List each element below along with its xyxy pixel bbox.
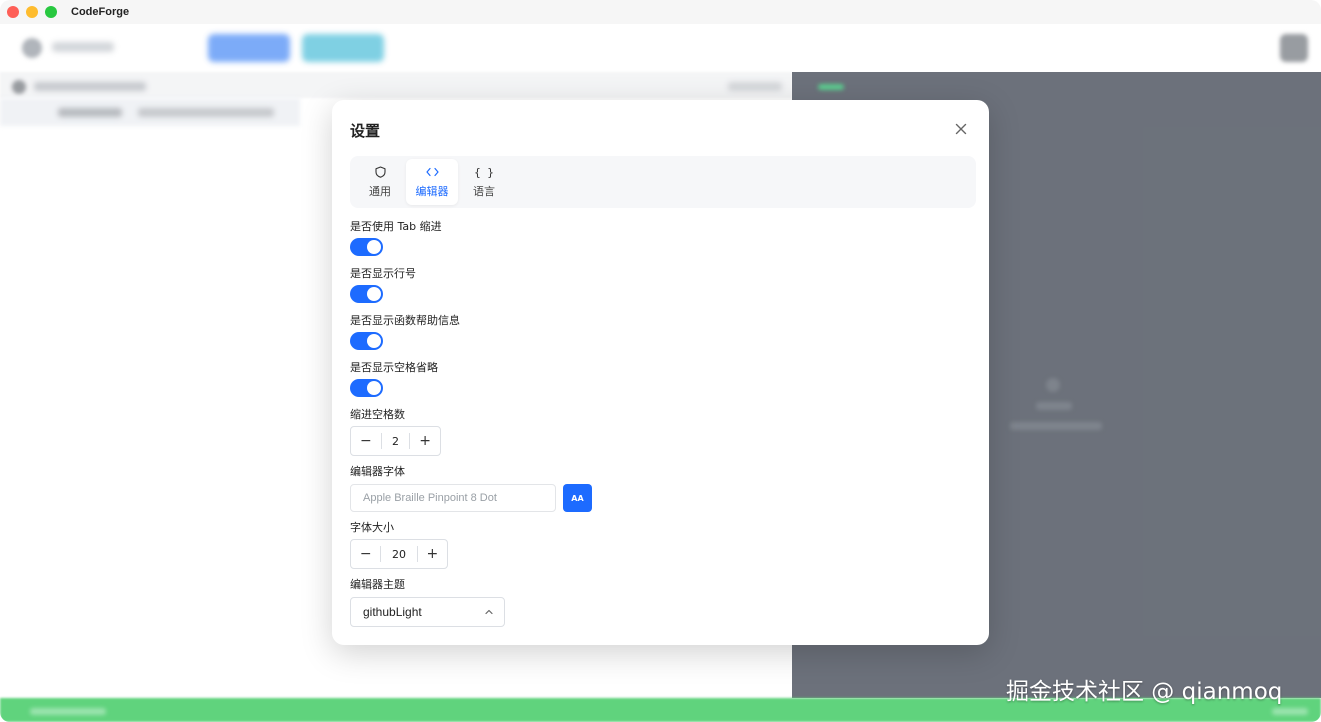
indent-spaces-value[interactable]: 2 bbox=[380, 433, 411, 449]
tab-label: 语言 bbox=[473, 185, 495, 198]
braces-icon: { } bbox=[474, 165, 494, 179]
chevron-up-icon bbox=[485, 609, 493, 615]
title-bar: CodeForge bbox=[0, 0, 1321, 24]
font-picker-button[interactable]: AA bbox=[563, 484, 592, 512]
dialog-title: 设置 bbox=[350, 122, 381, 140]
tab-label: 编辑器 bbox=[415, 185, 449, 198]
indent-spaces-label: 缩进空格数 bbox=[350, 408, 405, 421]
settings-tabs: 通用 编辑器 { } 语言 bbox=[350, 156, 976, 208]
indent-spaces-stepper: − 2 + bbox=[350, 426, 441, 456]
use-tab-indent-label: 是否使用 Tab 缩进 bbox=[350, 220, 442, 233]
zoom-window-button[interactable] bbox=[45, 6, 57, 18]
show-line-numbers-label: 是否显示行号 bbox=[350, 267, 416, 280]
tab-general[interactable]: 通用 bbox=[354, 159, 406, 205]
close-icon bbox=[955, 123, 967, 135]
close-dialog-button[interactable] bbox=[952, 120, 970, 138]
settings-dialog: 设置 通用 编辑器 { } 语言 是否使用 Tab 缩进 是否显示行号 是否显示… bbox=[332, 100, 989, 645]
tab-language[interactable]: { } 语言 bbox=[458, 159, 510, 205]
font-size-label: 字体大小 bbox=[350, 521, 394, 534]
show-function-help-label: 是否显示函数帮助信息 bbox=[350, 314, 460, 327]
toggle-knob bbox=[367, 287, 381, 301]
tab-label: 通用 bbox=[369, 185, 391, 198]
shield-icon bbox=[374, 165, 386, 179]
toggle-knob bbox=[367, 334, 381, 348]
decrement-button[interactable]: − bbox=[351, 540, 380, 568]
increment-button[interactable]: + bbox=[418, 540, 447, 568]
use-tab-indent-toggle[interactable] bbox=[350, 238, 383, 256]
theme-value: githubLight bbox=[363, 605, 422, 619]
show-whitespace-toggle[interactable] bbox=[350, 379, 383, 397]
font-family-label: 编辑器字体 bbox=[350, 465, 405, 478]
app-title: CodeForge bbox=[71, 6, 130, 18]
watermark: 掘金技术社区 @ qianmoq bbox=[1006, 679, 1283, 705]
font-family-input[interactable]: Apple Braille Pinpoint 8 Dot bbox=[350, 484, 556, 512]
font-size-stepper: − 20 + bbox=[350, 539, 448, 569]
increment-button[interactable]: + bbox=[410, 427, 440, 455]
code-icon bbox=[425, 165, 439, 179]
decrement-button[interactable]: − bbox=[351, 427, 381, 455]
toggle-knob bbox=[367, 381, 381, 395]
minimize-window-button[interactable] bbox=[26, 6, 38, 18]
app-window: CodeForge 设置 通用 编辑器 {} 语言 是否使用 Tab 缩进 是… bbox=[0, 0, 1321, 722]
window-controls bbox=[7, 6, 57, 18]
show-whitespace-label: 是否显示空格省略 bbox=[350, 361, 438, 374]
theme-label: 编辑器主题 bbox=[350, 578, 405, 591]
show-line-numbers-toggle[interactable] bbox=[350, 285, 383, 303]
toggle-knob bbox=[367, 240, 381, 254]
show-function-help-toggle[interactable] bbox=[350, 332, 383, 350]
close-window-button[interactable] bbox=[7, 6, 19, 18]
tab-editor[interactable]: 编辑器 bbox=[406, 159, 458, 205]
font-size-value[interactable]: 20 bbox=[380, 546, 418, 562]
theme-select[interactable]: githubLight bbox=[350, 597, 505, 627]
